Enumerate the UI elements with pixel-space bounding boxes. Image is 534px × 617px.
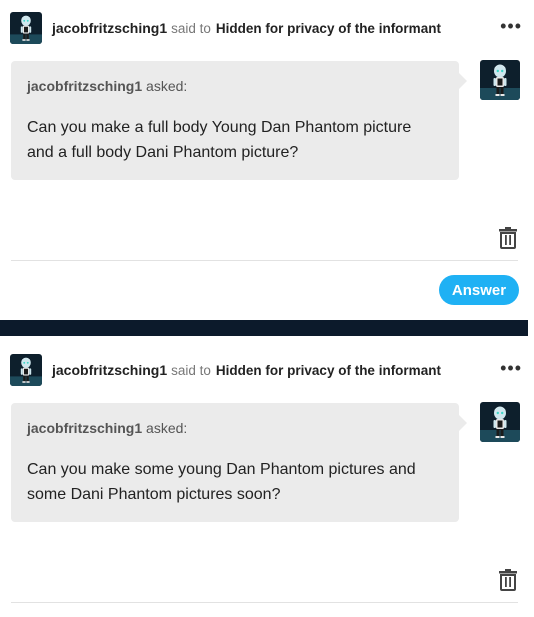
question-line: Can you make some young Dan Phantom pict…: [27, 461, 416, 478]
said-to-label: said to: [171, 21, 211, 36]
divider: [11, 260, 518, 261]
said-to-label: said to: [171, 363, 211, 378]
ask-card: jacobfritzsching1 said to Hidden for pri…: [0, 0, 534, 320]
divider: [11, 602, 518, 603]
question-bubble: jacobfritzsching1 asked: Can you make a …: [11, 61, 467, 180]
post-header: jacobfritzsching1 said to Hidden for pri…: [10, 354, 522, 386]
recipient-name: Hidden for privacy of the informant: [215, 363, 441, 378]
question-bubble: jacobfritzsching1 asked: Can you make so…: [11, 403, 467, 522]
recipient-name: Hidden for privacy of the informant: [215, 21, 441, 36]
avatar[interactable]: [10, 354, 42, 386]
trash-icon[interactable]: [498, 227, 518, 249]
post-separator: [0, 320, 528, 336]
ask-card: jacobfritzsching1 said to Hidden for pri…: [0, 336, 534, 617]
asker-avatar[interactable]: [480, 402, 520, 442]
asked-suffix: asked:: [146, 78, 188, 94]
asked-line: jacobfritzsching1 asked:: [27, 78, 187, 94]
question-line: some Dani Phantom pictures soon?: [27, 486, 281, 503]
username-link[interactable]: jacobfritzsching1: [52, 362, 167, 378]
more-dots-icon[interactable]: •••: [500, 16, 522, 36]
question-text: Can you make a full body Young Dan Phant…: [27, 115, 437, 165]
question-line: and a full body Dani Phantom picture?: [27, 144, 299, 161]
post-attribution: jacobfritzsching1 said to Hidden for pri…: [52, 20, 441, 36]
more-dots-icon[interactable]: •••: [500, 358, 522, 378]
asked-line: jacobfritzsching1 asked:: [27, 420, 187, 436]
asked-suffix: asked:: [146, 420, 188, 436]
username-link[interactable]: jacobfritzsching1: [52, 20, 167, 36]
asker-avatar[interactable]: [480, 60, 520, 100]
asker-username[interactable]: jacobfritzsching1: [27, 78, 142, 94]
asker-username[interactable]: jacobfritzsching1: [27, 420, 142, 436]
answer-button[interactable]: Answer: [439, 275, 519, 305]
avatar[interactable]: [10, 12, 42, 44]
question-line: Can you make a full body Young Dan Phant…: [27, 119, 412, 136]
trash-icon[interactable]: [498, 569, 518, 591]
post-header: jacobfritzsching1 said to Hidden for pri…: [10, 12, 522, 44]
question-text: Can you make some young Dan Phantom pict…: [27, 457, 437, 507]
post-attribution: jacobfritzsching1 said to Hidden for pri…: [52, 362, 441, 378]
